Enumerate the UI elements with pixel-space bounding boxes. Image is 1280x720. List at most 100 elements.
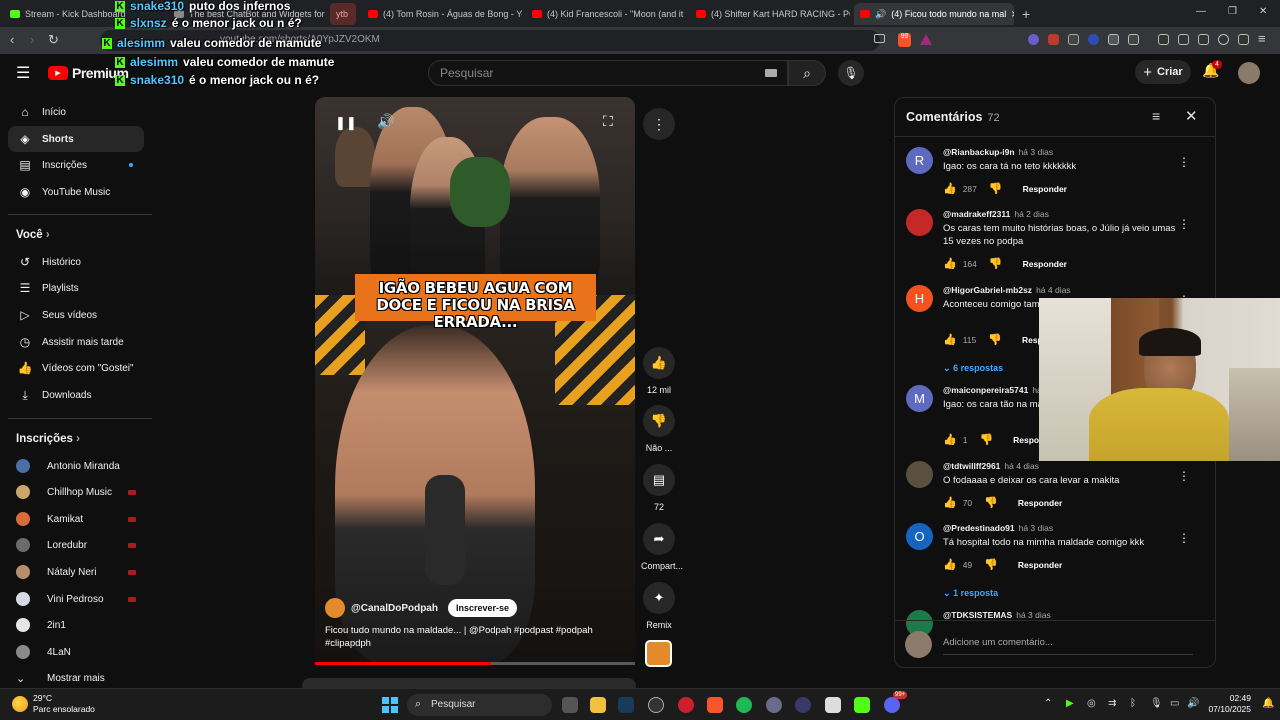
comment-avatar[interactable] bbox=[906, 209, 933, 236]
dislike-icon[interactable]: 👎 bbox=[988, 333, 1002, 346]
close-icon[interactable]: ✕ bbox=[1185, 107, 1198, 125]
like-icon[interactable]: 👍 bbox=[943, 333, 957, 346]
puzzle-icon[interactable] bbox=[1108, 34, 1119, 45]
comments-button[interactable]: ▤ 72 bbox=[641, 464, 677, 512]
maximize-icon[interactable]: ❐ bbox=[1228, 6, 1237, 17]
like-icon[interactable]: 👍 bbox=[943, 257, 957, 270]
comment-author[interactable]: @TDKSISTEMAS há 3 dias bbox=[943, 610, 1051, 620]
comment-avatar[interactable] bbox=[906, 461, 933, 488]
tray-app-icon[interactable]: ◎ bbox=[1087, 698, 1096, 709]
short-video-player[interactable] bbox=[315, 97, 635, 665]
more-options-button[interactable]: ⋮ bbox=[643, 108, 675, 140]
comment-author[interactable]: @maiconpereira5741há... bbox=[943, 385, 1049, 395]
volume-icon[interactable]: 🔊 bbox=[1187, 698, 1199, 709]
comment-avatar[interactable]: R bbox=[906, 147, 933, 174]
opera-icon[interactable] bbox=[678, 697, 694, 713]
reload-icon[interactable]: ↻ bbox=[48, 32, 59, 48]
comment-author[interactable]: @Rianbackup-i9n há 3 dias bbox=[943, 147, 1053, 157]
vpn-icon[interactable] bbox=[1238, 34, 1249, 45]
like-button[interactable]: 👍 12 mil bbox=[641, 347, 677, 395]
music-icon[interactable] bbox=[1158, 34, 1169, 45]
tray-app-icon[interactable]: ⇉ bbox=[1108, 698, 1116, 709]
extension-icon[interactable] bbox=[1068, 34, 1079, 45]
tab-kid-francescoli[interactable]: (4) Kid Francescoli - "Moon (and it w bbox=[526, 3, 686, 25]
sidebar-item-downloads[interactable]: ⤓ Downloads bbox=[8, 382, 144, 408]
remix-button[interactable]: ✦ Remix bbox=[641, 582, 677, 630]
kebab-icon[interactable]: ⋮ bbox=[1178, 469, 1190, 483]
tab-group-ytb[interactable]: ytb bbox=[330, 3, 356, 25]
volume-icon[interactable]: 🔊 bbox=[377, 113, 394, 130]
reply-button[interactable]: Responder bbox=[1023, 184, 1067, 194]
voice-search-button[interactable]: 🎙 bbox=[838, 60, 864, 86]
back-icon[interactable]: ‹ bbox=[10, 32, 14, 47]
sidebar-subscription[interactable]: Nátaly Neri bbox=[16, 559, 146, 585]
spotify-icon[interactable] bbox=[736, 697, 752, 713]
sidebar-subscription[interactable]: Kamikat bbox=[16, 506, 146, 532]
reply-button[interactable]: Responder bbox=[1018, 498, 1062, 508]
video-progress-bar[interactable] bbox=[315, 662, 635, 665]
sidebar-icon[interactable] bbox=[1178, 34, 1189, 45]
kebab-icon[interactable]: ⋮ bbox=[1178, 217, 1190, 231]
discord-icon[interactable]: 99+ bbox=[884, 691, 908, 713]
search-input[interactable]: Pesquisar bbox=[428, 60, 788, 86]
new-tab-button[interactable]: + bbox=[1016, 3, 1036, 25]
kebab-icon[interactable]: ⋮ bbox=[1178, 531, 1190, 545]
comment-author[interactable]: @Predestinado91 há 3 dias bbox=[943, 523, 1053, 533]
share-button[interactable]: ➦ Compart... bbox=[641, 523, 683, 571]
reply-button[interactable]: Responder bbox=[1018, 560, 1062, 570]
comment-author[interactable]: @tdtwillff2961 há 4 dias bbox=[943, 461, 1039, 471]
menu-icon[interactable]: ≡ bbox=[1258, 31, 1266, 46]
app-icon[interactable] bbox=[795, 697, 811, 713]
sidebar-item-youtube-music[interactable]: ◉ YouTube Music bbox=[8, 179, 144, 205]
extension-icon[interactable] bbox=[1088, 34, 1099, 45]
sidebar-subscription[interactable]: 4LaN bbox=[16, 639, 146, 665]
sidebar-item-assistir-mais-tarde[interactable]: ◷ Assistir mais tarde bbox=[8, 329, 144, 355]
dislike-icon[interactable]: 👎 bbox=[989, 257, 1003, 270]
like-icon[interactable]: 👍 bbox=[943, 182, 957, 195]
dislike-button[interactable]: 👎 Não ... bbox=[641, 405, 677, 453]
show-replies-button[interactable]: ⌄ 1 resposta bbox=[943, 588, 998, 599]
minimize-icon[interactable]: — bbox=[1196, 6, 1206, 17]
cast-icon[interactable] bbox=[874, 34, 885, 43]
show-replies-button[interactable]: ⌄ 6 respostas bbox=[943, 363, 1003, 374]
reply-button[interactable]: Responder bbox=[1023, 259, 1067, 269]
network-icon[interactable]: ▭ bbox=[1170, 698, 1179, 709]
sidebar-heading-inscricoes[interactable]: Inscrições › bbox=[16, 433, 80, 445]
notifications-icon[interactable]: 🔔 bbox=[1262, 698, 1274, 709]
like-icon[interactable]: 👍 bbox=[943, 433, 957, 446]
channel-avatar[interactable] bbox=[325, 598, 345, 618]
extension-icon[interactable] bbox=[1028, 34, 1039, 45]
fullscreen-icon[interactable]: ⛶ bbox=[603, 113, 613, 130]
search-button[interactable]: ⌕ bbox=[788, 60, 826, 86]
screenshot-icon[interactable] bbox=[1128, 34, 1139, 45]
keyboard-icon[interactable] bbox=[765, 69, 777, 77]
sidebar-item-inscricoes[interactable]: ▤ Inscrições bbox=[8, 152, 144, 178]
sidebar-subscription[interactable]: 2in1 bbox=[16, 612, 146, 638]
comment-author[interactable]: @madrakeff2311 há 2 dias bbox=[943, 209, 1049, 219]
brave-icon[interactable] bbox=[707, 697, 723, 713]
file-explorer-icon[interactable] bbox=[590, 697, 606, 713]
sidebar-item-inicio[interactable]: ⌂ Início bbox=[8, 99, 144, 125]
task-view-icon[interactable] bbox=[562, 697, 578, 713]
comment-avatar[interactable]: M bbox=[906, 385, 933, 412]
kick-icon[interactable] bbox=[854, 697, 870, 713]
tab-shifter-kart[interactable]: (4) Shifter Kart HARD RACING - POV bbox=[690, 3, 850, 25]
add-comment-input[interactable]: Adicione um comentário... bbox=[943, 637, 1193, 655]
create-button[interactable]: + Criar bbox=[1135, 60, 1191, 84]
windows-start-icon[interactable] bbox=[382, 697, 398, 713]
sidebar-item-seus-videos[interactable]: ▷ Seus vídeos bbox=[8, 302, 144, 328]
weather-widget[interactable]: 29°C Parc ensolarado bbox=[33, 693, 95, 715]
comment-avatar[interactable]: H bbox=[906, 285, 933, 312]
tray-app-icon[interactable]: ▶ bbox=[1066, 698, 1074, 709]
github-icon[interactable] bbox=[648, 697, 664, 713]
hamburger-menu-icon[interactable]: ☰ bbox=[16, 63, 30, 83]
wallet-icon[interactable] bbox=[1198, 34, 1209, 45]
sidebar-subscription[interactable]: Vini Pedroso bbox=[16, 586, 146, 612]
sidebar-item-historico[interactable]: ↺ Histórico bbox=[8, 249, 144, 275]
notifications-button[interactable]: 🔔 4 bbox=[1202, 60, 1222, 82]
bluetooth-icon[interactable]: ᛒ bbox=[1130, 698, 1136, 709]
pause-icon[interactable]: ❚❚ bbox=[335, 115, 357, 131]
next-short-preview[interactable] bbox=[302, 678, 636, 688]
forward-icon[interactable]: › bbox=[30, 32, 34, 47]
dislike-icon[interactable]: 👎 bbox=[984, 558, 998, 571]
